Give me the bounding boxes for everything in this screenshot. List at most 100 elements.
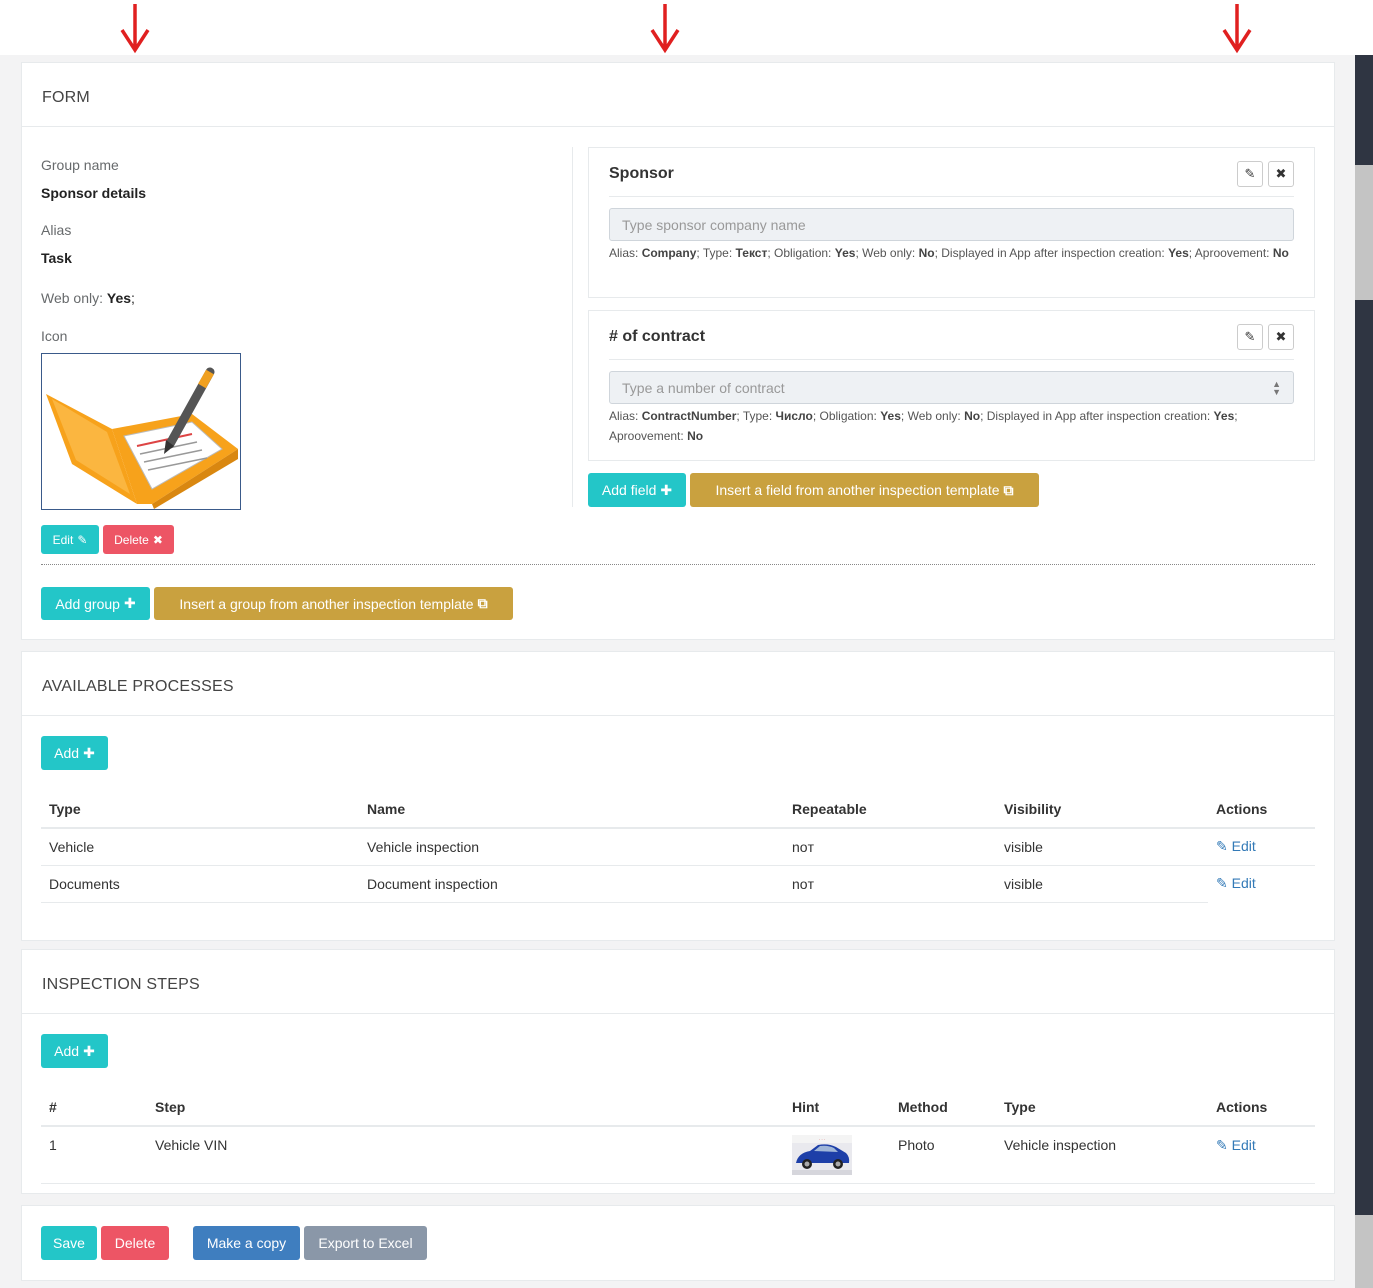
make-copy-button[interactable]: Make a copy (193, 1226, 300, 1260)
table-row: Vehicle Vehicle inspection noт visible ✎… (41, 828, 1315, 866)
dotted-divider (41, 564, 1315, 565)
add-group-label: Add group (55, 595, 120, 612)
column-header: Type (41, 790, 359, 829)
add-process-label: Add (54, 745, 80, 761)
web-only-row: Web only: Yes; (41, 290, 135, 306)
add-field-label: Add field (601, 482, 657, 498)
process-type: Vehicle (41, 828, 359, 866)
field-card-contract: # of contract ✎ ✖ Type a number of contr… (588, 310, 1315, 461)
column-header: Actions (1208, 790, 1315, 829)
edit-process-link[interactable]: ✎ Edit (1216, 838, 1256, 854)
step-type: Vehicle inspection (996, 1126, 1208, 1184)
column-header: Actions (1208, 1088, 1315, 1127)
remove-field-button[interactable]: ✖ (1268, 324, 1294, 350)
step-hint: · · · (784, 1126, 890, 1184)
processes-title: AVAILABLE PROCESSES (42, 678, 234, 695)
add-step-label: Add (54, 1043, 80, 1059)
edit-group-button[interactable]: Edit ✎ (41, 525, 99, 554)
plus-icon: ✚ (83, 1042, 95, 1059)
spinner-arrows-icon[interactable]: ▲ ▼ (1272, 379, 1281, 396)
sponsor-input[interactable]: Type sponsor company name (609, 208, 1294, 241)
column-header: Method (890, 1088, 996, 1127)
field-title: Sponsor (609, 165, 674, 182)
edit-step-link[interactable]: ✎ Edit (1216, 1137, 1256, 1153)
insert-group-label: Insert a group from another inspection t… (179, 595, 474, 612)
delete-group-button[interactable]: Delete ✖ (103, 525, 174, 554)
export-excel-button[interactable]: Export to Excel (304, 1226, 427, 1260)
delete-button[interactable]: Delete (101, 1226, 169, 1260)
field-separator (609, 196, 1294, 197)
table-header-row: # Step Hint Method Type Actions (41, 1088, 1315, 1127)
red-arrow-down-icon (120, 4, 150, 54)
column-header: Repeatable (784, 790, 996, 829)
processes-table: Type Name Repeatable Visibility Actions … (41, 790, 1315, 903)
plus-icon: ✚ (660, 481, 673, 498)
table-row: 1 Vehicle VIN · · · Photo Vehicle inspec… (41, 1126, 1315, 1184)
delete-group-label: Delete (114, 532, 149, 547)
folder-pen-icon (46, 367, 238, 509)
icon-label: Icon (41, 328, 68, 344)
group-icon-image (41, 353, 241, 510)
plus-icon: ✚ (83, 744, 95, 761)
processes-card-header: AVAILABLE PROCESSES (22, 652, 1334, 716)
edit-field-button[interactable]: ✎ (1237, 161, 1263, 187)
insert-group-button[interactable]: Insert a group from another inspection t… (154, 587, 513, 620)
red-arrow-down-icon (650, 4, 680, 54)
edit-icon: ✎ (1216, 838, 1228, 855)
copy-icon: ⧉ (477, 595, 488, 611)
web-only-label: Web only: (41, 290, 103, 306)
save-button[interactable]: Save (41, 1226, 97, 1260)
plus-icon: ✚ (123, 595, 136, 611)
add-process-button[interactable]: Add ✚ (41, 736, 108, 770)
field-title: # of contract (609, 328, 706, 345)
insert-field-button[interactable]: Insert a field from another inspection t… (690, 473, 1039, 507)
step-number: 1 (41, 1126, 147, 1184)
edit-process-link[interactable]: ✎ Edit (1216, 875, 1256, 891)
process-type: Documents (41, 865, 359, 903)
steps-card-header: INSPECTION STEPS (22, 950, 1334, 1014)
svg-text:· · ·: · · · (819, 1137, 825, 1142)
add-field-button[interactable]: Add field ✚ (588, 473, 686, 507)
edit-icon: ✎ (1216, 875, 1228, 892)
car-thumbnail-image[interactable]: · · · (792, 1135, 852, 1175)
process-repeatable: noт (784, 828, 996, 866)
edit-icon: ✎ (1216, 1137, 1228, 1153)
form-title: FORM (42, 89, 90, 106)
form-card-header: FORM (22, 63, 1334, 127)
edit-link-label: Edit (1231, 838, 1256, 855)
process-name: Document inspection (359, 865, 784, 903)
steps-title: INSPECTION STEPS (42, 976, 200, 993)
edit-icon: ✎ (1244, 166, 1256, 181)
edit-link-label: Edit (1231, 875, 1256, 892)
column-header: Step (147, 1088, 784, 1127)
column-header: # (41, 1088, 147, 1127)
alias-label: Alias (41, 222, 72, 238)
top-strip (0, 0, 1373, 55)
close-icon: ✖ (1275, 166, 1287, 181)
web-only-value: Yes (106, 290, 132, 306)
scrollbar-thumb-lower[interactable] (1355, 1215, 1373, 1288)
copy-icon: ⧉ (1003, 481, 1014, 498)
alias-value: Task (41, 250, 72, 266)
field-meta: Alias: Company; Type: Текст; Obligation:… (609, 246, 1289, 260)
table-row: Documents Document inspection noт visibl… (41, 865, 1315, 903)
field-separator (609, 359, 1294, 360)
edit-link-label: Edit (1231, 1137, 1256, 1153)
contract-number-input[interactable]: Type a number of contract ▲ ▼ (609, 371, 1294, 404)
close-icon: ✖ (152, 532, 163, 547)
scrollbar-thumb[interactable] (1355, 165, 1373, 300)
table-header-row: Type Name Repeatable Visibility Actions (41, 790, 1315, 829)
add-group-button[interactable]: Add group ✚ (41, 587, 150, 620)
column-divider (572, 147, 573, 507)
steps-table: # Step Hint Method Type Actions 1 Vehicl… (41, 1088, 1315, 1184)
add-step-button[interactable]: Add ✚ (41, 1034, 108, 1068)
step-name: Vehicle VIN (147, 1126, 784, 1184)
group-name-label: Group name (41, 157, 119, 173)
edit-icon: ✎ (77, 532, 88, 547)
step-method: Photo (890, 1126, 996, 1184)
process-repeatable: noт (784, 865, 996, 903)
edit-field-button[interactable]: ✎ (1237, 324, 1263, 350)
remove-field-button[interactable]: ✖ (1268, 161, 1294, 187)
process-visibility: visible (996, 865, 1208, 903)
process-name: Vehicle inspection (359, 828, 784, 866)
